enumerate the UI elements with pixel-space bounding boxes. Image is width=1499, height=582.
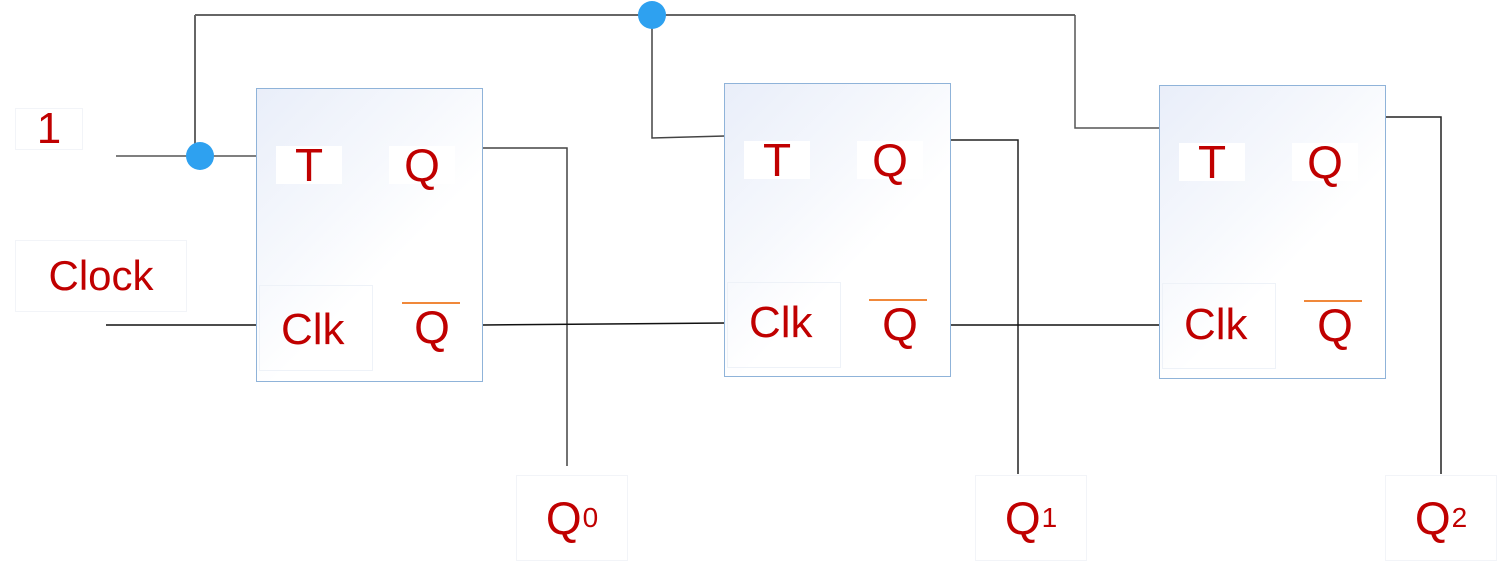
ff0-t-pin: T [276, 139, 342, 191]
wire-q0 [483, 147, 568, 466]
output-q1-base: Q [1004, 492, 1041, 544]
wire-qbar0-clk1 [482, 322, 727, 326]
ff2-qbar-pin: Q [1302, 299, 1368, 351]
ff1-clk-pin: Clk [749, 298, 813, 347]
output-q2-base: Q [1414, 492, 1451, 544]
wire-q2 [1385, 116, 1442, 474]
output-q0-label: Q0 [516, 475, 628, 561]
output-q1-label: Q1 [975, 475, 1087, 561]
ff2-t-pin: T [1179, 136, 1245, 188]
wire-t-ff2 [1074, 15, 1160, 129]
flip-flop-2: T Q Clk Q [1159, 85, 1386, 379]
junction-t-bus [638, 1, 666, 29]
output-q1-sub: 1 [1041, 502, 1058, 533]
flip-flop-1: T Q Clk Q [724, 83, 951, 377]
output-q0-base: Q [545, 492, 582, 544]
output-q2-label: Q2 [1385, 475, 1497, 561]
ff0-qbar-pin: Q [399, 301, 465, 353]
ff2-clk-pin: Clk [1184, 300, 1248, 349]
ff0-clk-pin: Clk [281, 305, 345, 354]
ff1-qbar-pin: Q [867, 298, 933, 350]
ff1-t-pin: T [744, 134, 810, 186]
wire-q1 [950, 139, 1019, 474]
wire-t-ff1 [651, 15, 726, 139]
output-q0-sub: 0 [582, 502, 599, 533]
flip-flop-0: T Q Clk Q [256, 88, 483, 382]
ff0-q-pin: Q [389, 139, 455, 191]
ff1-q-pin: Q [857, 134, 923, 186]
output-q2-sub: 2 [1451, 502, 1468, 533]
junction-t-input [186, 142, 214, 170]
clock-input-label: Clock [15, 240, 187, 312]
t-input-label: 1 [15, 104, 83, 153]
ff2-q-pin: Q [1292, 136, 1358, 188]
